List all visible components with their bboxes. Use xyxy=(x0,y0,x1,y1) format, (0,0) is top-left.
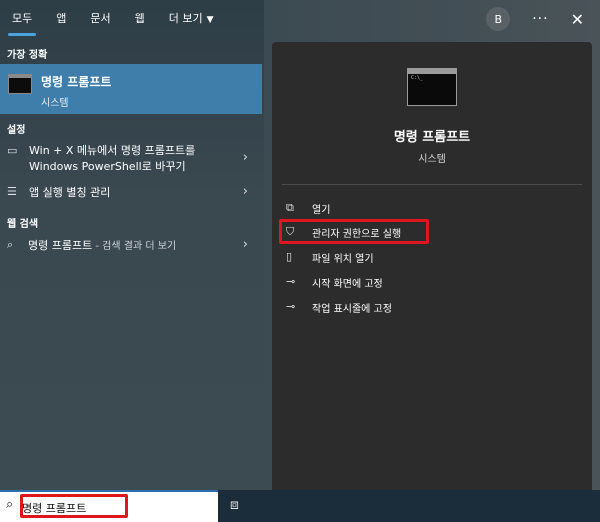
file-icon: ▯ xyxy=(286,250,293,263)
action-open-label: 열기 xyxy=(312,205,331,216)
action-pin-to-taskbar-label: 작업 표시줄에 고정 xyxy=(312,304,392,315)
best-match-subtitle: 시스템 xyxy=(41,98,69,109)
action-pin-to-start[interactable]: ⊸ 시작 화면에 고정 xyxy=(286,273,576,293)
tab-documents-label: 문서 xyxy=(90,12,111,25)
shield-icon: ⛉ xyxy=(286,225,295,238)
action-pin-to-taskbar[interactable]: ⊸ 작업 표시줄에 고정 xyxy=(286,298,576,318)
top-right-controls: B ··· ✕ xyxy=(486,0,600,38)
pin-icon: ⊸ xyxy=(286,275,296,288)
web-search-item[interactable]: ⌕ 명령 프롬프트 - 검색 결과 더 보기 › xyxy=(0,237,262,257)
action-pin-to-start-label: 시작 화면에 고정 xyxy=(312,279,383,290)
tab-all-label: 모두 xyxy=(12,12,33,25)
tab-more-label: 더 보기 xyxy=(168,12,203,25)
pin-icon: ⊸ xyxy=(286,300,296,313)
search-icon: ⌕ xyxy=(6,497,14,512)
taskbar-search-box[interactable]: ⌕ xyxy=(0,490,218,522)
caret-down-icon: ▼ xyxy=(206,15,214,25)
tab-documents[interactable]: 문서 xyxy=(78,0,122,38)
taskbar: ⌕ ⧈ xyxy=(0,490,600,522)
best-match-item[interactable]: 명령 프롬프트 시스템 xyxy=(0,64,262,114)
chevron-right-icon: › xyxy=(242,184,248,199)
open-icon: ⧉ xyxy=(286,201,294,214)
search-input[interactable] xyxy=(22,498,212,518)
tab-apps-label: 앱 xyxy=(56,12,67,25)
action-run-as-admin[interactable]: ⛉ 관리자 권한으로 실행 xyxy=(286,223,576,243)
command-prompt-large-icon xyxy=(407,68,457,106)
settings-item-alias-label: 앱 실행 별칭 관리 xyxy=(29,186,111,199)
action-open[interactable]: ⧉ 열기 xyxy=(286,199,576,219)
preview-panel: 명령 프롬프트 시스템 ⧉ 열기 ⛉ 관리자 권한으로 실행 ▯ 파일 위치 열… xyxy=(272,42,592,490)
task-view-icon[interactable]: ⧈ xyxy=(230,497,239,513)
chevron-right-icon: › xyxy=(242,150,248,165)
action-run-as-admin-label: 관리자 권한으로 실행 xyxy=(312,229,402,240)
action-open-file-location[interactable]: ▯ 파일 위치 열기 xyxy=(286,248,576,268)
tab-web-label: 웹 xyxy=(134,12,145,25)
close-icon[interactable]: ✕ xyxy=(571,10,584,29)
settings-item-line1: Win + X 메뉴에서 명령 프롬프트를 xyxy=(29,144,196,157)
web-search-suffix: - 검색 결과 더 보기 xyxy=(92,241,177,252)
preview-subtitle: 시스템 xyxy=(418,154,446,165)
avatar-initial: B xyxy=(494,12,502,26)
preview-title: 명령 프롬프트 xyxy=(393,130,471,145)
web-search-query: 명령 프롬프트 xyxy=(28,239,93,252)
command-prompt-icon xyxy=(8,74,32,94)
list-icon: ☰ xyxy=(7,185,17,198)
search-icon: ⌕ xyxy=(7,238,14,251)
best-match-title: 명령 프롬프트 xyxy=(41,75,112,89)
laptop-icon: ▭ xyxy=(7,144,18,157)
best-match-heading: 가장 정확 xyxy=(7,50,48,61)
tab-more[interactable]: 더 보기 ▼ xyxy=(157,0,226,38)
tab-apps[interactable]: 앱 xyxy=(44,0,78,38)
settings-item-powershell[interactable]: ▭ Win + X 메뉴에서 명령 프롬프트를 Windows PowerShe… xyxy=(0,142,262,178)
avatar[interactable]: B xyxy=(486,7,511,31)
settings-item-app-alias[interactable]: ☰ 앱 실행 별칭 관리 › xyxy=(0,184,262,204)
divider xyxy=(282,184,582,185)
tab-all[interactable]: 모두 xyxy=(0,0,44,38)
web-search-heading: 웹 검색 xyxy=(7,219,39,230)
settings-item-line2: Windows PowerShell로 바꾸기 xyxy=(29,160,186,173)
more-options-icon[interactable]: ··· xyxy=(532,11,548,27)
chevron-right-icon: › xyxy=(242,237,248,252)
settings-heading: 설정 xyxy=(7,125,26,136)
action-open-file-location-label: 파일 위치 열기 xyxy=(312,254,374,265)
tab-web[interactable]: 웹 xyxy=(123,0,157,38)
